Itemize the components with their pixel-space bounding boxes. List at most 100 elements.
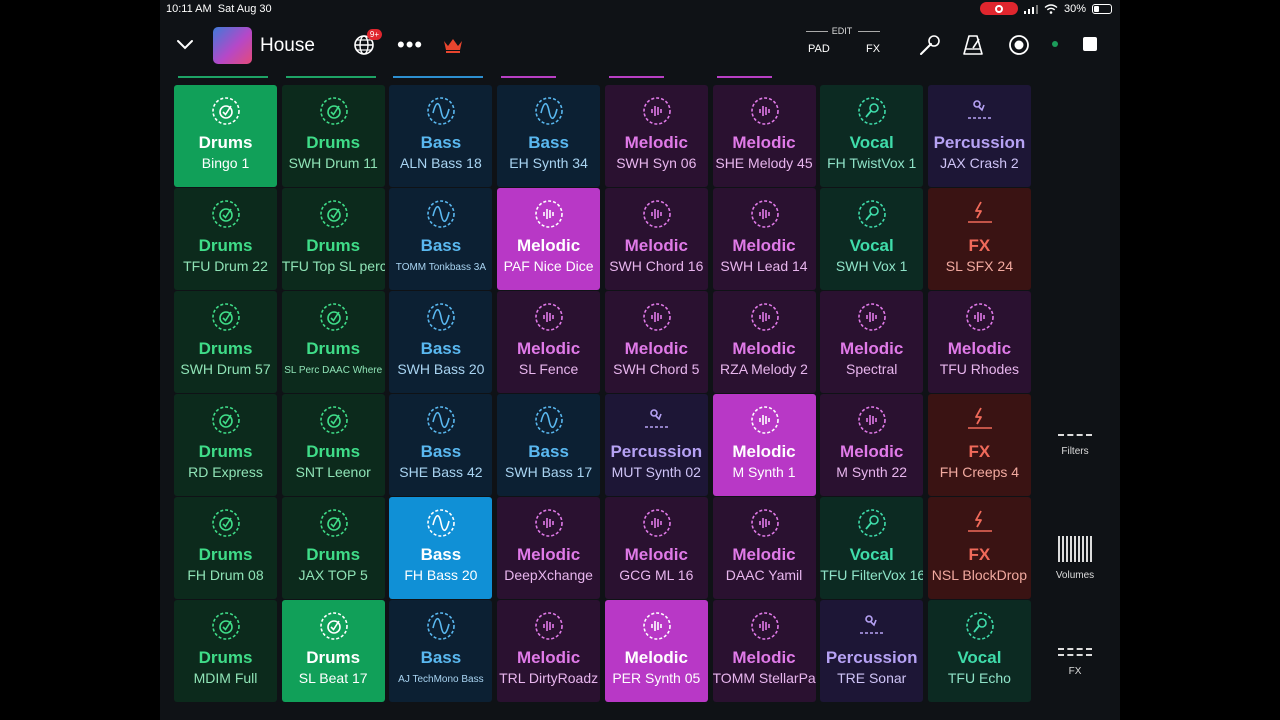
- pad-percussion[interactable]: Percussion MUT Synth 02: [604, 394, 708, 496]
- drums-icon: [319, 302, 349, 332]
- melodic-icon: [750, 302, 780, 332]
- pad-category: Percussion: [610, 442, 703, 461]
- more-button[interactable]: •••: [397, 32, 423, 58]
- pack-title[interactable]: House: [260, 35, 315, 57]
- bass-icon: [426, 199, 456, 229]
- pad-drums[interactable]: Drums SNT Leenor: [281, 394, 385, 496]
- pad-drums[interactable]: Drums SWH Drum 57: [174, 291, 277, 393]
- bass-icon: [426, 508, 456, 538]
- pad-drums[interactable]: Drums TFU Top SL perc: [281, 188, 385, 290]
- pad-bass[interactable]: Bass TOMM Tonkbass 3A: [389, 188, 493, 290]
- pad-sample-name: SWH Syn 06: [616, 155, 697, 171]
- column-indicator: [716, 76, 772, 78]
- community-button[interactable]: 9+: [352, 29, 382, 57]
- drums-icon: [211, 302, 241, 332]
- pad-melodic[interactable]: Melodic PER Synth 05: [604, 600, 708, 702]
- pad-drums[interactable]: Drums MDIM Full: [174, 600, 277, 702]
- melodic-icon: [642, 302, 672, 332]
- pad-category: Melodic: [732, 339, 796, 358]
- premium-button[interactable]: [442, 34, 464, 56]
- pad-sample-name: GCG ML 16: [619, 567, 694, 583]
- pad-fx[interactable]: FX FH Creeps 4: [927, 394, 1031, 496]
- volumes-button[interactable]: Volumes: [1045, 536, 1105, 581]
- pad-melodic[interactable]: Melodic TOMM StellarPad: [712, 600, 816, 702]
- pad-bass[interactable]: Bass SWH Bass 17: [497, 394, 601, 496]
- pad-category: Drums: [198, 339, 253, 358]
- stop-button[interactable]: [1083, 37, 1097, 51]
- pad-bass[interactable]: Bass SWH Bass 20: [389, 291, 493, 393]
- pad-sample-name: SL Beat 17: [298, 670, 368, 686]
- melodic-icon: [750, 508, 780, 538]
- fx-side-button[interactable]: FX: [1045, 648, 1105, 677]
- pad-drums[interactable]: Drums FH Drum 08: [174, 497, 277, 599]
- pad-drums[interactable]: Drums JAX TOP 5: [281, 497, 385, 599]
- pad-fx[interactable]: FX NSL BlockDrop: [927, 497, 1031, 599]
- pad-category: Melodic: [732, 442, 796, 461]
- pad-melodic[interactable]: Melodic TFU Rhodes: [927, 291, 1031, 393]
- pad-vocal[interactable]: Vocal TFU FilterVox 16: [820, 497, 924, 599]
- pad-sample-name: SWH Lead 14: [720, 258, 808, 274]
- pad-melodic[interactable]: Melodic RZA Melody 2: [712, 291, 816, 393]
- metronome-button[interactable]: [960, 32, 986, 58]
- fx-side-label: FX: [1068, 666, 1082, 677]
- pad-sample-name: SWH Drum 57: [180, 361, 271, 377]
- pad-melodic[interactable]: Melodic DeepXchange: [497, 497, 601, 599]
- header-bar: House 9+ ••• EDIT PAD FX: [160, 24, 1120, 66]
- pad-drums[interactable]: Drums SWH Drum 11: [281, 85, 385, 187]
- filters-label: Filters: [1061, 446, 1089, 457]
- pad-sample-name: FH Bass 20: [404, 567, 478, 583]
- vocal-icon: [857, 96, 887, 126]
- pad-melodic[interactable]: Melodic SWH Chord 16: [604, 188, 708, 290]
- pad-vocal[interactable]: Vocal FH TwistVox 1: [820, 85, 924, 187]
- pad-bass[interactable]: Bass EH Synth 34: [497, 85, 601, 187]
- pad-sample-name: M Synth 22: [836, 464, 908, 480]
- pad-fx[interactable]: FX SL SFX 24: [927, 188, 1031, 290]
- mic-tool-button[interactable]: [917, 32, 943, 58]
- pad-percussion[interactable]: Percussion TRE Sonar: [820, 600, 924, 702]
- pad-bass[interactable]: Bass AJ TechMono Bass: [389, 600, 493, 702]
- column-indicator: [285, 76, 376, 78]
- pad-vocal[interactable]: Vocal SWH Vox 1: [820, 188, 924, 290]
- percussion-icon: [965, 96, 995, 126]
- pad-drums[interactable]: Drums RD Express: [174, 394, 277, 496]
- pad-melodic[interactable]: Melodic PAF Nice Dice: [497, 188, 601, 290]
- pad-drums[interactable]: Drums SL Perc DAAC Where: [281, 291, 385, 393]
- pad-drums[interactable]: Drums SL Beat 17: [281, 600, 385, 702]
- pad-sample-name: DeepXchange: [504, 567, 593, 583]
- pad-category: Drums: [198, 545, 253, 564]
- edit-fx-button[interactable]: FX: [866, 43, 880, 55]
- pad-sample-name: TRE Sonar: [837, 670, 907, 686]
- pack-artwork[interactable]: [213, 27, 252, 64]
- pad-melodic[interactable]: Melodic M Synth 1: [712, 394, 816, 496]
- pad-melodic[interactable]: Melodic SWH Syn 06: [604, 85, 708, 187]
- pad-drums[interactable]: Drums Bingo 1: [174, 85, 277, 187]
- pad-melodic[interactable]: Melodic DAAC Yamil: [712, 497, 816, 599]
- pad-sample-name: SWH Drum 11: [288, 155, 378, 171]
- pad-melodic[interactable]: Melodic SWH Lead 14: [712, 188, 816, 290]
- filters-button[interactable]: Filters: [1045, 434, 1105, 457]
- melodic-icon: [750, 611, 780, 641]
- pad-bass[interactable]: Bass SHE Bass 42: [389, 394, 493, 496]
- pad-melodic[interactable]: Melodic SWH Chord 5: [604, 291, 708, 393]
- pad-drums[interactable]: Drums TFU Drum 22: [174, 188, 277, 290]
- pad-bass[interactable]: Bass FH Bass 20: [389, 497, 493, 599]
- pad-sample-name: TFU FilterVox 16: [820, 567, 924, 583]
- pad-percussion[interactable]: Percussion JAX Crash 2: [927, 85, 1031, 187]
- pad-category: Melodic: [732, 648, 796, 667]
- bass-icon: [426, 302, 456, 332]
- collapse-button[interactable]: [174, 34, 196, 56]
- pad-melodic[interactable]: Melodic SL Fence: [497, 291, 601, 393]
- pad-category: Drums: [306, 339, 361, 358]
- pad-vocal[interactable]: Vocal TFU Echo: [927, 600, 1031, 702]
- record-button[interactable]: [1006, 32, 1032, 58]
- pad-melodic[interactable]: Melodic Spectral: [820, 291, 924, 393]
- pad-sample-name: SL Fence: [518, 361, 579, 377]
- pad-melodic[interactable]: Melodic SHE Melody 45: [712, 85, 816, 187]
- pad-category: Drums: [306, 545, 361, 564]
- pad-melodic[interactable]: Melodic GCG ML 16: [604, 497, 708, 599]
- pad-bass[interactable]: Bass ALN Bass 18: [389, 85, 493, 187]
- pad-sample-name: SWH Chord 5: [613, 361, 700, 377]
- pad-melodic[interactable]: Melodic M Synth 22: [820, 394, 924, 496]
- edit-pad-button[interactable]: PAD: [808, 43, 830, 55]
- pad-melodic[interactable]: Melodic TRL DirtyRoadz: [497, 600, 601, 702]
